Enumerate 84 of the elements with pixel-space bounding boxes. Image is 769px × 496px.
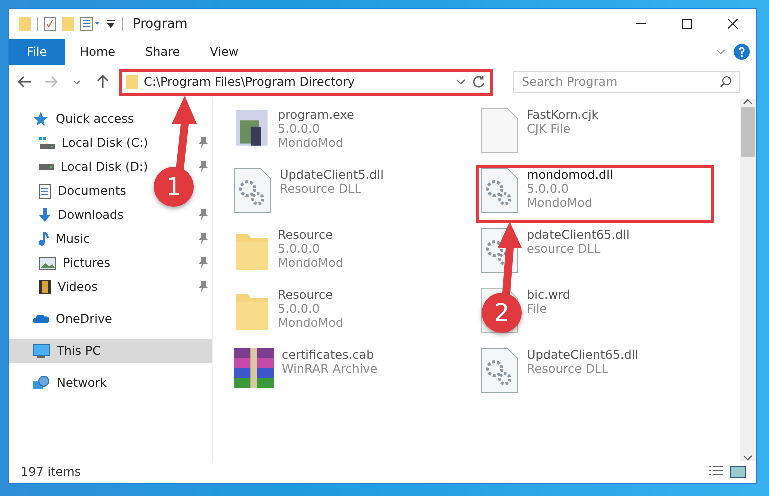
download-icon bbox=[39, 208, 51, 222]
file-detail: 5.0.0.0 bbox=[278, 242, 321, 256]
forward-arrow-icon bbox=[44, 76, 58, 88]
file-detail: Resource DLL bbox=[280, 182, 362, 196]
dropdown-icon[interactable] bbox=[106, 20, 116, 28]
chevron-down-icon bbox=[73, 80, 81, 84]
file-name[interactable]: certificates.cab bbox=[282, 348, 378, 362]
file-icon bbox=[481, 108, 519, 154]
help-icon[interactable] bbox=[734, 44, 750, 60]
chevron-down-icon[interactable] bbox=[716, 49, 726, 55]
file-name[interactable]: Resource bbox=[278, 288, 344, 302]
file-name[interactable]: UpdateClient65.dll bbox=[527, 348, 639, 362]
chevron-down-icon bbox=[456, 79, 466, 85]
monitor-icon bbox=[33, 344, 50, 358]
file-detail: MondoMod bbox=[527, 196, 594, 210]
document-icon bbox=[39, 184, 51, 198]
file-name[interactable]: mondomod.dll bbox=[527, 168, 614, 182]
folder-icon bbox=[126, 75, 138, 89]
file-detail: Resource DLL bbox=[527, 362, 610, 376]
sidebar-label[interactable]: Documents bbox=[58, 184, 126, 198]
cloud-icon bbox=[33, 315, 49, 323]
sidebar-label[interactable]: Quick access bbox=[56, 112, 134, 126]
sidebar-label[interactable]: Network bbox=[57, 376, 108, 390]
scrollbar-thumb[interactable] bbox=[741, 107, 755, 157]
file-detail: MondoMod bbox=[278, 256, 344, 270]
sidebar-label[interactable]: Local Disk (C:) bbox=[62, 136, 148, 150]
large-icons-view-icon[interactable] bbox=[730, 466, 746, 478]
properties-icon[interactable] bbox=[44, 17, 56, 31]
gear-file-icon bbox=[481, 348, 519, 394]
picture-icon bbox=[39, 256, 56, 270]
details-view-icon[interactable] bbox=[708, 466, 724, 476]
file-detail: 5.0.0.0 bbox=[278, 122, 321, 136]
sidebar-label[interactable]: Downloads bbox=[58, 208, 124, 222]
address-bar[interactable]: C:\Program Files\Program Directory bbox=[119, 68, 493, 96]
close-icon bbox=[728, 19, 738, 29]
file-name[interactable]: FastKorn.cjk bbox=[527, 108, 599, 122]
music-note-icon bbox=[39, 232, 49, 246]
sidebar-label[interactable]: Music bbox=[56, 232, 90, 246]
file-detail: MondoMod bbox=[278, 316, 344, 330]
network-icon bbox=[33, 376, 50, 390]
program-icon bbox=[234, 108, 270, 148]
file-detail: esource DLL bbox=[527, 242, 602, 256]
file-detail: WinRAR Archive bbox=[282, 362, 378, 376]
file-name[interactable]: program.exe bbox=[278, 108, 354, 122]
drive-icon bbox=[39, 137, 55, 149]
search-field[interactable]: Search Program bbox=[513, 71, 740, 93]
back-arrow-icon bbox=[18, 76, 32, 88]
file-name[interactable]: bic.wrd bbox=[527, 288, 571, 302]
star-icon bbox=[33, 112, 49, 126]
file-detail: 5.0.0.0 bbox=[278, 302, 321, 316]
window-title: Program bbox=[133, 16, 188, 32]
sidebar-label[interactable]: Videos bbox=[58, 280, 98, 294]
file-detail: 5.0.0.0 bbox=[527, 182, 570, 196]
gear-file-icon bbox=[481, 168, 519, 214]
item-count: 197 items bbox=[21, 465, 82, 479]
sidebar-label[interactable]: This PC bbox=[57, 344, 101, 358]
up-arrow-icon bbox=[97, 75, 109, 89]
sidebar-label[interactable]: Pictures bbox=[63, 256, 111, 270]
minimize-icon bbox=[636, 23, 646, 25]
gear-file-icon bbox=[234, 168, 272, 214]
file-name[interactable]: Resource bbox=[278, 228, 344, 242]
selected-sidebar-item[interactable]: This PC bbox=[9, 339, 212, 363]
scroll-up-icon bbox=[743, 99, 753, 105]
scroll-down-icon bbox=[743, 455, 753, 461]
archive-icon bbox=[234, 348, 274, 388]
ribbon-tab[interactable]: Share bbox=[130, 39, 196, 65]
maximize-icon bbox=[682, 19, 692, 29]
refresh-icon bbox=[472, 75, 486, 89]
scrollbar[interactable] bbox=[740, 99, 756, 461]
file-menu-button[interactable]: File bbox=[9, 39, 66, 65]
ribbon-tab[interactable]: View bbox=[195, 39, 254, 65]
file-detail: File bbox=[527, 302, 548, 316]
folder-icon bbox=[19, 17, 31, 31]
layout-icon[interactable] bbox=[80, 17, 100, 31]
drive-icon bbox=[39, 164, 54, 170]
file-detail: MondoMod bbox=[278, 136, 345, 150]
film-icon bbox=[39, 280, 51, 294]
ribbon-tab[interactable]: Home bbox=[65, 39, 131, 65]
search-icon bbox=[720, 76, 732, 88]
file-detail: CJK File bbox=[527, 122, 572, 136]
sidebar-label[interactable]: Local Disk (D:) bbox=[61, 160, 148, 174]
file-name[interactable]: UpdateClient5.dll bbox=[280, 168, 384, 182]
sidebar-label[interactable]: OneDrive bbox=[56, 312, 112, 326]
file-name[interactable]: pdateClient65.dll bbox=[527, 228, 630, 242]
